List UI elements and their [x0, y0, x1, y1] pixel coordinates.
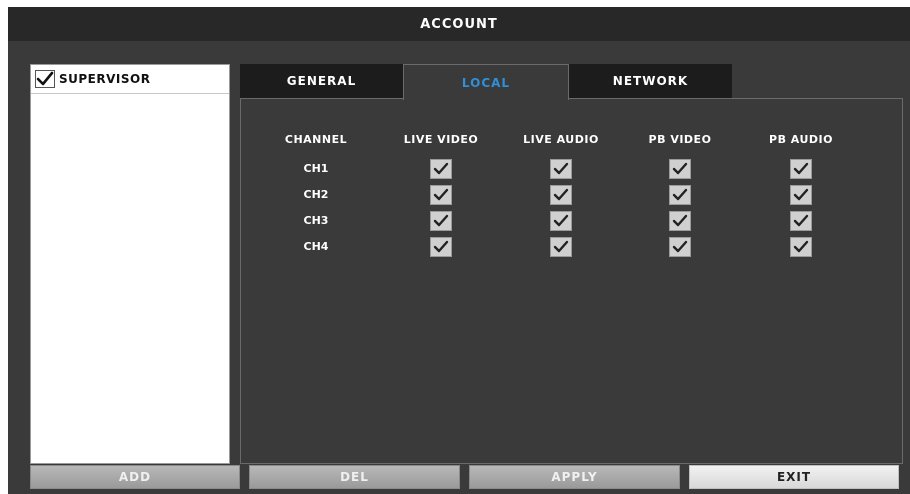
- tab-bar: GENERAL LOCAL NETWORK: [240, 64, 903, 100]
- pb-audio-checkbox[interactable]: [790, 159, 812, 179]
- live-audio-checkbox[interactable]: [550, 237, 572, 257]
- window-title: ACCOUNT: [8, 7, 910, 41]
- pb-video-checkbox[interactable]: [669, 185, 691, 205]
- pb-video-checkbox[interactable]: [669, 211, 691, 231]
- pb-video-checkbox[interactable]: [669, 159, 691, 179]
- checkmark-icon[interactable]: [35, 70, 55, 88]
- column-header-live-video: LIVE VIDEO: [403, 133, 479, 146]
- channel-label: CH1: [303, 162, 329, 175]
- channel-label: CH3: [303, 214, 329, 227]
- local-permissions-panel: CHANNEL LIVE VIDEO LIVE AUDIO PB VIDEO P…: [240, 98, 903, 464]
- live-video-checkbox[interactable]: [430, 237, 452, 257]
- user-list: SUPERVISOR: [30, 64, 230, 464]
- column-header-channel: CHANNEL: [284, 133, 348, 146]
- user-name: SUPERVISOR: [59, 72, 151, 86]
- add-button[interactable]: ADD: [30, 465, 240, 489]
- pb-video-checkbox[interactable]: [669, 237, 691, 257]
- column-header-pb-audio: PB AUDIO: [769, 133, 833, 146]
- exit-button[interactable]: EXIT: [689, 465, 899, 489]
- permissions-area: GENERAL LOCAL NETWORK CHANNEL LIVE VIDEO…: [240, 64, 903, 464]
- pb-audio-checkbox[interactable]: [790, 237, 812, 257]
- live-video-checkbox[interactable]: [430, 185, 452, 205]
- account-window: ACCOUNT SUPERVISOR GENERAL LOCAL NETWORK…: [8, 7, 910, 494]
- tab-local[interactable]: LOCAL: [403, 64, 569, 100]
- live-audio-checkbox[interactable]: [550, 159, 572, 179]
- apply-button[interactable]: APPLY: [469, 465, 680, 489]
- live-video-checkbox[interactable]: [430, 159, 452, 179]
- del-button[interactable]: DEL: [249, 465, 460, 489]
- channel-label: CH2: [303, 188, 329, 201]
- tab-network[interactable]: NETWORK: [569, 64, 732, 98]
- tab-general[interactable]: GENERAL: [240, 64, 403, 98]
- live-video-checkbox[interactable]: [430, 211, 452, 231]
- channel-label: CH4: [303, 240, 329, 253]
- column-header-pb-video: PB VIDEO: [648, 133, 712, 146]
- live-audio-checkbox[interactable]: [550, 211, 572, 231]
- user-item-supervisor[interactable]: SUPERVISOR: [31, 65, 229, 94]
- pb-audio-checkbox[interactable]: [790, 185, 812, 205]
- column-header-live-audio: LIVE AUDIO: [523, 133, 599, 146]
- live-audio-checkbox[interactable]: [550, 185, 572, 205]
- pb-audio-checkbox[interactable]: [790, 211, 812, 231]
